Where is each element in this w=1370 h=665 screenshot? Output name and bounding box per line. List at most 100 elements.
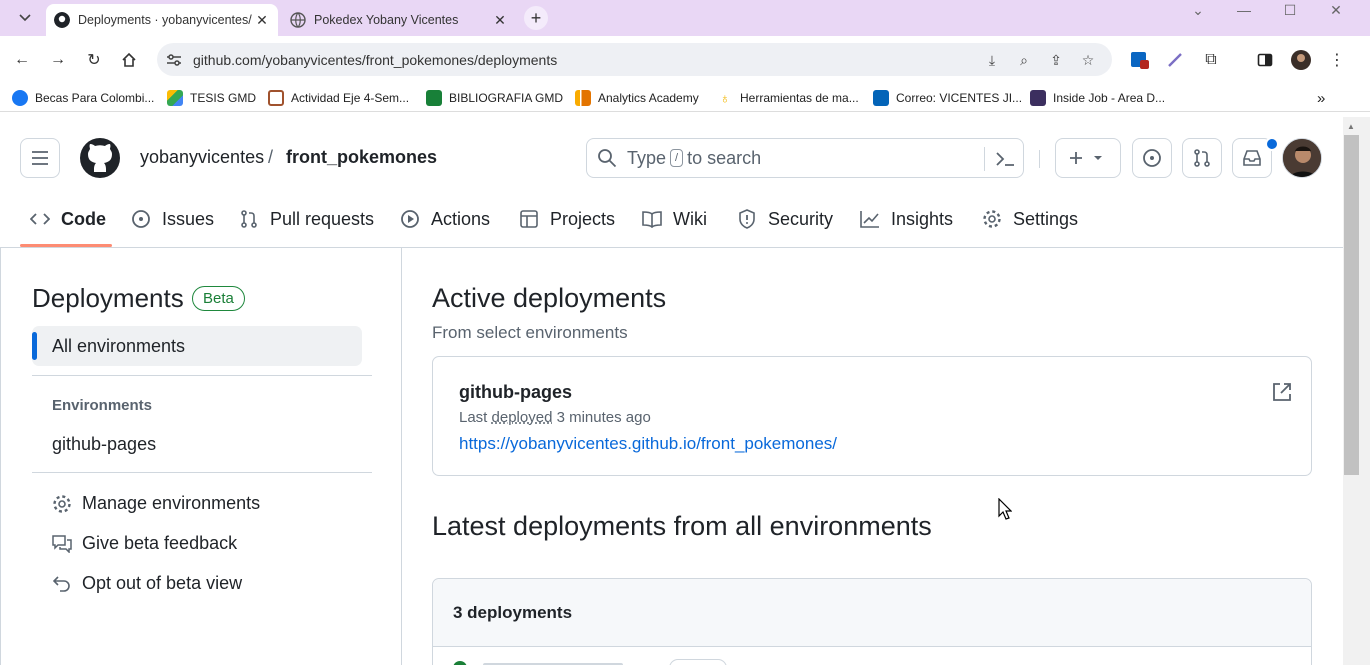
tab-security[interactable]: Security	[737, 207, 833, 231]
new-tab-button[interactable]: +	[524, 6, 548, 30]
sidebar-item-github-pages[interactable]: github-pages	[52, 434, 156, 455]
search-placeholder-rest: to search	[687, 147, 762, 168]
browser-tab-pokedex[interactable]: Pokedex Yobany Vicentes ✕	[282, 4, 516, 36]
inbox-icon	[1243, 150, 1261, 166]
user-avatar[interactable]	[1282, 138, 1322, 178]
status-success-icon	[453, 661, 467, 665]
meta-last: Last	[459, 409, 488, 426]
chevron-down-icon	[19, 14, 31, 22]
panel-icon	[1257, 53, 1273, 67]
repo-name-link[interactable]: front_pokemones	[286, 147, 437, 168]
repo-header: yobanyvicentes / front_pokemones Type / …	[0, 117, 1343, 248]
zoom-icon[interactable]: ⌕	[1015, 51, 1033, 69]
bookmark-item[interactable]: Correo: VICENTES JI...	[873, 89, 1022, 107]
bookmark-label: Inside Job - Area D...	[1053, 91, 1166, 105]
extension-linkedin-icon[interactable]	[1128, 48, 1152, 72]
gear-icon	[52, 494, 72, 514]
bookmark-item[interactable]: TESIS GMD	[167, 89, 256, 107]
tab-wiki[interactable]: Wiki	[642, 207, 707, 231]
tab-actions[interactable]: Actions	[400, 207, 490, 231]
reload-icon[interactable]: ↻	[82, 48, 106, 72]
bookmark-item[interactable]: BIBLIOGRAFIA GMD	[426, 89, 563, 107]
environment-name[interactable]: github-pages	[459, 382, 572, 403]
active-deployment-card: github-pages Last deployed 3 minutes ago…	[432, 356, 1312, 476]
home-icon[interactable]	[117, 48, 141, 72]
maximize-button[interactable]: ☐	[1267, 0, 1313, 20]
give-beta-feedback-link[interactable]: Give beta feedback	[52, 533, 237, 554]
back-icon[interactable]: ←	[10, 48, 34, 72]
tab-pull-requests[interactable]: Pull requests	[239, 207, 374, 231]
deployed-link[interactable]: deployed	[492, 409, 553, 426]
pull-requests-button[interactable]	[1182, 138, 1222, 178]
bookmark-item[interactable]: Inside Job - Area D...	[1030, 89, 1165, 107]
globe-icon	[290, 12, 306, 28]
header-divider	[1039, 150, 1040, 168]
code-icon	[30, 209, 50, 229]
bookmark-item[interactable]: Becas Para Colombi...	[12, 89, 154, 107]
repo-owner-link[interactable]: yobanyvicentes	[140, 147, 264, 168]
active-deployments-subtitle: From select environments	[432, 323, 628, 342]
address-bar[interactable]: github.com/yobanyvicentes/front_pokemone…	[157, 43, 1112, 76]
more-bookmarks-button[interactable]: »	[1317, 89, 1325, 107]
issues-button[interactable]	[1132, 138, 1172, 178]
close-tab-icon[interactable]: ✕	[252, 12, 272, 29]
tab-insights[interactable]: Insights	[860, 207, 953, 231]
extension-pen-icon[interactable]	[1163, 48, 1187, 72]
tab-label: Settings	[1013, 208, 1079, 229]
install-icon[interactable]: ⤓	[983, 51, 1001, 69]
side-panel-icon[interactable]	[1253, 48, 1277, 72]
tune-icon	[167, 54, 181, 66]
book-icon	[642, 209, 662, 229]
tab-label: Issues	[162, 208, 215, 229]
scroll-up-icon[interactable]: ▲	[1347, 122, 1355, 131]
deployment-url-link[interactable]: https://yobanyvicentes.github.io/front_p…	[459, 434, 837, 454]
tab-label: Projects	[550, 208, 616, 229]
site-settings-icon[interactable]	[165, 51, 183, 69]
plus-icon	[1070, 152, 1102, 164]
tab-search-dropdown[interactable]	[12, 6, 38, 30]
tab-settings[interactable]: Settings	[982, 207, 1078, 231]
github-logo-icon[interactable]	[80, 138, 120, 178]
page-scrollbar[interactable]: ▲	[1343, 117, 1370, 665]
scrollbar-thumb[interactable]	[1344, 135, 1359, 475]
shield-icon	[737, 209, 757, 229]
hamburger-menu-button[interactable]	[20, 138, 60, 178]
link-external-icon[interactable]	[1271, 381, 1293, 403]
tab-issues[interactable]: Issues	[131, 207, 214, 231]
bookmark-item[interactable]: ♁ Herramientas de ma...	[717, 89, 859, 107]
close-window-button[interactable]: ✕	[1313, 0, 1359, 20]
search-input[interactable]: Type / to search	[586, 138, 1024, 178]
bookmark-label: Herramientas de ma...	[740, 91, 859, 105]
issue-opened-icon	[1143, 149, 1161, 167]
bookmark-label: BIBLIOGRAFIA GMD	[449, 91, 564, 105]
tab-label: Actions	[431, 208, 491, 229]
tab-code[interactable]: Code	[30, 207, 106, 231]
bookmark-item[interactable]: Actividad Eje 4-Sem...	[268, 89, 409, 107]
share-icon[interactable]: ⇪	[1047, 51, 1065, 69]
minimize-button[interactable]: —	[1221, 0, 1267, 20]
opt-out-beta-link[interactable]: Opt out of beta view	[52, 573, 242, 594]
chevron-down-icon[interactable]: ⌄	[1175, 0, 1221, 20]
divider	[32, 472, 372, 473]
bookmark-star-icon[interactable]: ☆	[1079, 51, 1097, 69]
tab-projects[interactable]: Projects	[519, 207, 615, 231]
close-tab-icon[interactable]: ✕	[490, 12, 510, 29]
hamburger-icon	[32, 151, 48, 165]
deployments-list-header: 3 deployments	[433, 579, 1311, 647]
sidebar-item-all-environments[interactable]: All environments	[32, 326, 362, 366]
bookmark-item[interactable]: Analytics Academy	[575, 89, 699, 107]
link-label: Manage environments	[82, 493, 261, 513]
browser-tab-deployments[interactable]: Deployments · yobanyvicentes/f ✕	[46, 4, 278, 36]
selected-indicator	[32, 332, 37, 360]
forward-icon[interactable]: →	[46, 48, 70, 72]
create-new-button[interactable]	[1055, 138, 1121, 178]
github-page: yobanyvicentes / front_pokemones Type / …	[0, 117, 1343, 665]
table-icon	[519, 209, 539, 229]
command-palette-icon[interactable]	[995, 151, 1015, 167]
manage-environments-link[interactable]: Manage environments	[52, 493, 260, 514]
play-icon	[400, 209, 420, 229]
linkedin-icon	[1131, 52, 1149, 69]
extensions-puzzle-icon[interactable]: ⧉	[1199, 48, 1223, 72]
profile-avatar[interactable]	[1289, 48, 1313, 72]
kebab-menu-icon[interactable]: ⋮	[1325, 48, 1349, 72]
